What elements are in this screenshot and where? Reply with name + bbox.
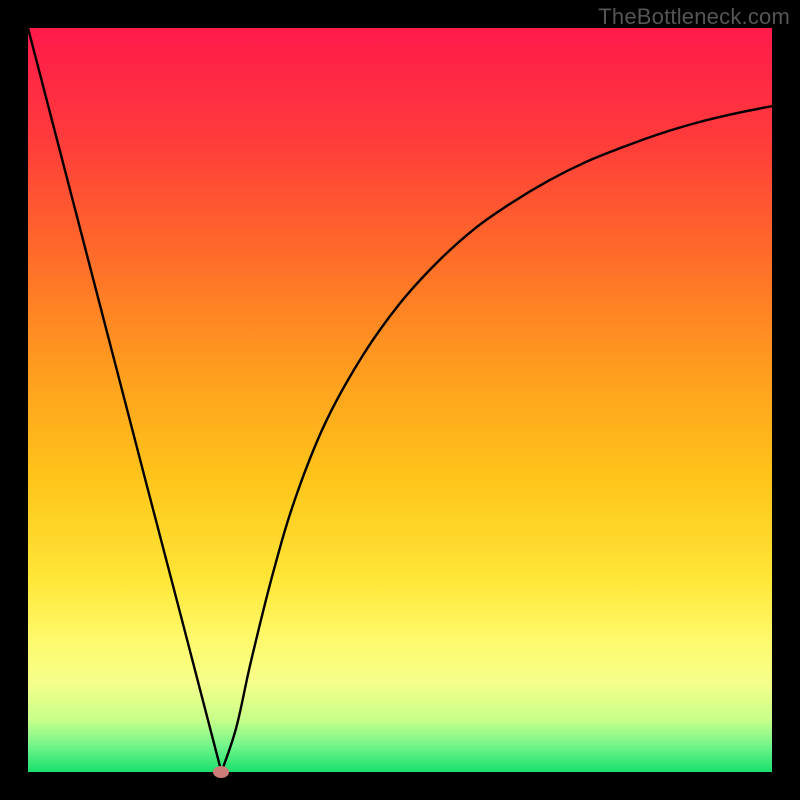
- chart-frame: [28, 28, 772, 772]
- bottleneck-curve: [28, 28, 772, 772]
- optimum-marker: [213, 766, 229, 778]
- watermark-text: TheBottleneck.com: [598, 4, 790, 30]
